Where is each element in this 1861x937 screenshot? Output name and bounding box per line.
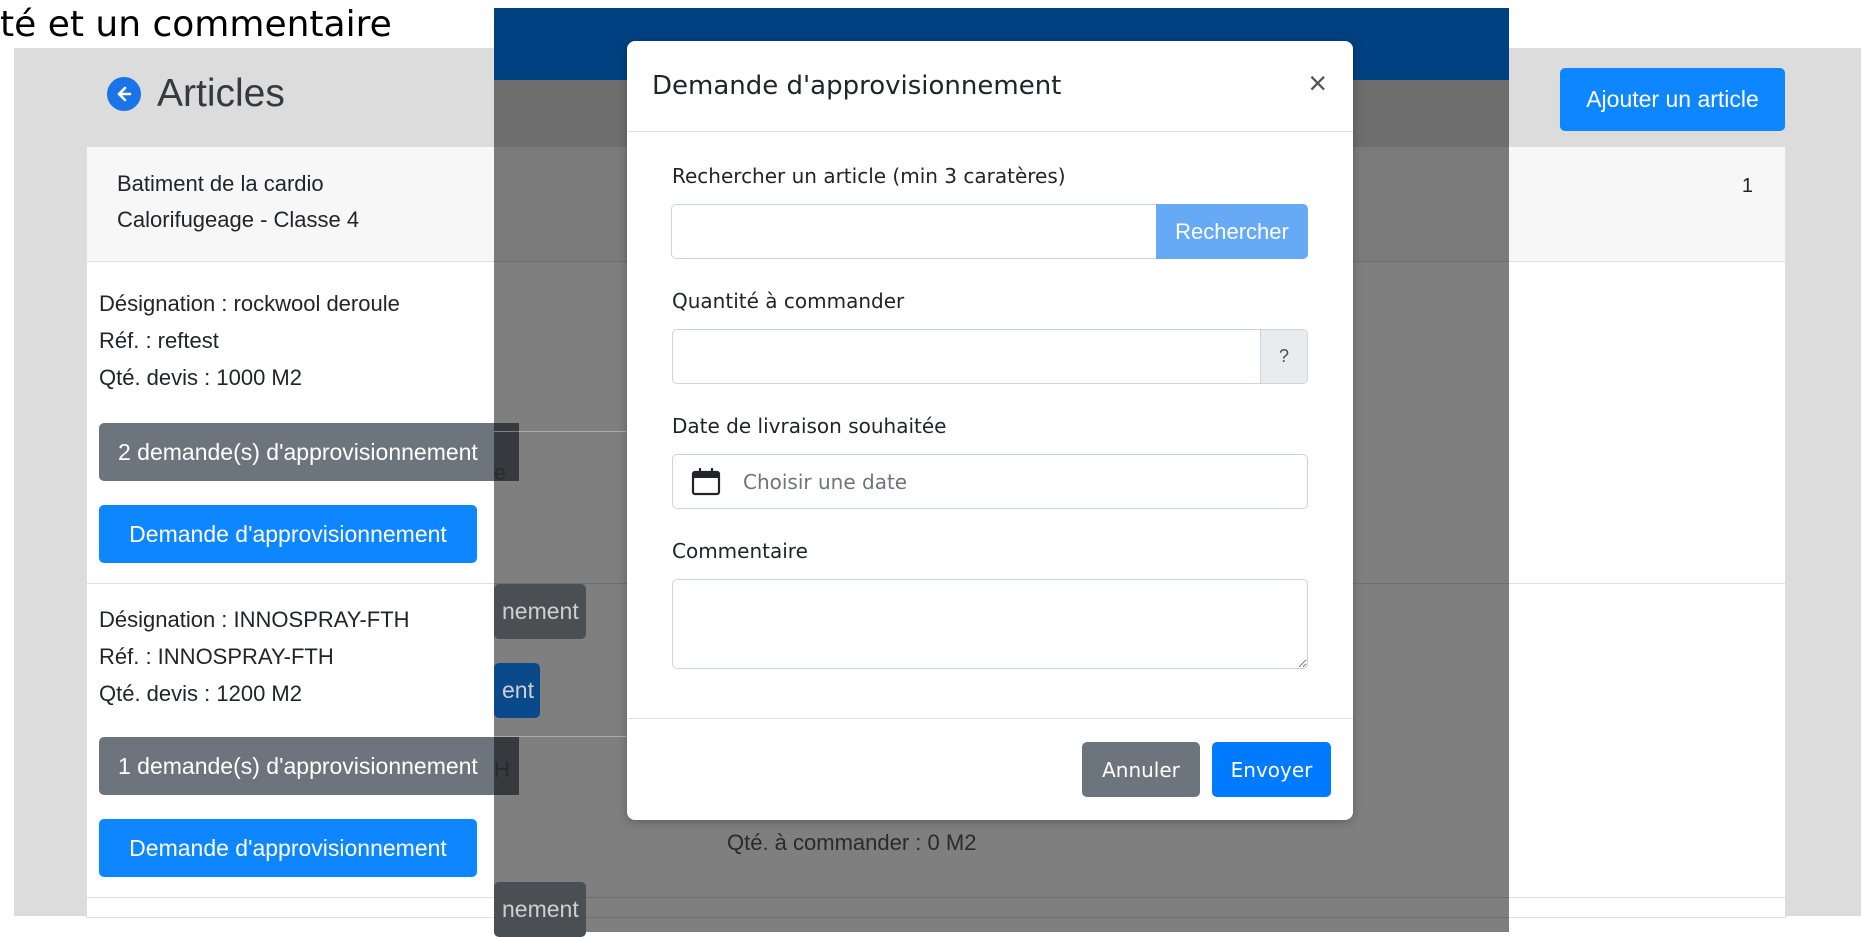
supply-request-button[interactable]: Demande d'approvisionnement — [99, 505, 477, 563]
item-designation: Désignation : INNOSPRAY-FTH — [99, 607, 410, 632]
date-label: Date de livraison souhaitée — [672, 414, 947, 438]
background-button-fragment: nement — [494, 584, 586, 639]
search-label: Rechercher un article (min 3 caratères) — [672, 164, 1066, 188]
comment-textarea[interactable] — [672, 579, 1308, 669]
supply-request-button[interactable]: Demande d'approvisionnement — [99, 819, 477, 877]
background-text-fragment: H — [494, 757, 510, 782]
date-placeholder: Choisir une date — [743, 469, 908, 494]
item-ref: Réf. : INNOSPRAY-FTH — [99, 644, 334, 669]
quantity-input[interactable] — [672, 329, 1261, 384]
background-qty-text: Qté. à commander : 0 M2 — [727, 830, 977, 855]
search-button[interactable]: Rechercher — [1156, 204, 1308, 259]
quantity-help-addon[interactable]: ? — [1260, 329, 1308, 384]
background-button-fragment: ent — [494, 663, 540, 718]
quantity-label: Quantité à commander — [672, 289, 905, 313]
item-designation: Désignation : rockwool deroule — [99, 291, 400, 316]
close-icon[interactable]: × — [1308, 65, 1327, 102]
divider — [494, 736, 627, 737]
back-arrow-icon[interactable] — [107, 77, 141, 111]
item-ref: Réf. : reftest — [99, 328, 219, 353]
send-button[interactable]: Envoyer — [1212, 742, 1331, 797]
background-text-fragment: e — [494, 460, 507, 485]
calendar-icon — [691, 467, 721, 497]
comment-label: Commentaire — [672, 539, 808, 563]
page-title: Articles — [157, 72, 285, 115]
item-qty: Qté. devis : 1000 M2 — [99, 365, 302, 390]
requests-count-button[interactable]: 2 demande(s) d'approvisionnement — [99, 423, 519, 481]
background-button-fragment: nement — [494, 882, 586, 937]
modal-title: Demande d'approvisionnement — [652, 71, 1062, 101]
modal-header: Demande d'approvisionnement × — [627, 41, 1353, 132]
lot-name: Calorifugeage - Classe 4 — [117, 207, 360, 232]
cancel-button[interactable]: Annuler — [1082, 742, 1200, 797]
page-header: Articles — [107, 72, 285, 116]
requests-count-button[interactable]: 1 demande(s) d'approvisionnement — [99, 737, 519, 795]
divider — [494, 431, 627, 432]
article-count: 1 — [1741, 175, 1753, 197]
supply-request-modal: Demande d'approvisionnement × Rechercher… — [627, 41, 1353, 820]
search-input[interactable] — [671, 204, 1157, 259]
add-article-button[interactable]: Ajouter un article — [1560, 68, 1785, 131]
modal-footer-divider — [627, 718, 1353, 719]
building-name: Batiment de la cardio — [117, 171, 324, 196]
caption-text: té et un commentaire — [0, 4, 392, 45]
date-picker-field[interactable]: Choisir une date — [672, 454, 1308, 509]
item-qty: Qté. devis : 1200 M2 — [99, 681, 302, 706]
